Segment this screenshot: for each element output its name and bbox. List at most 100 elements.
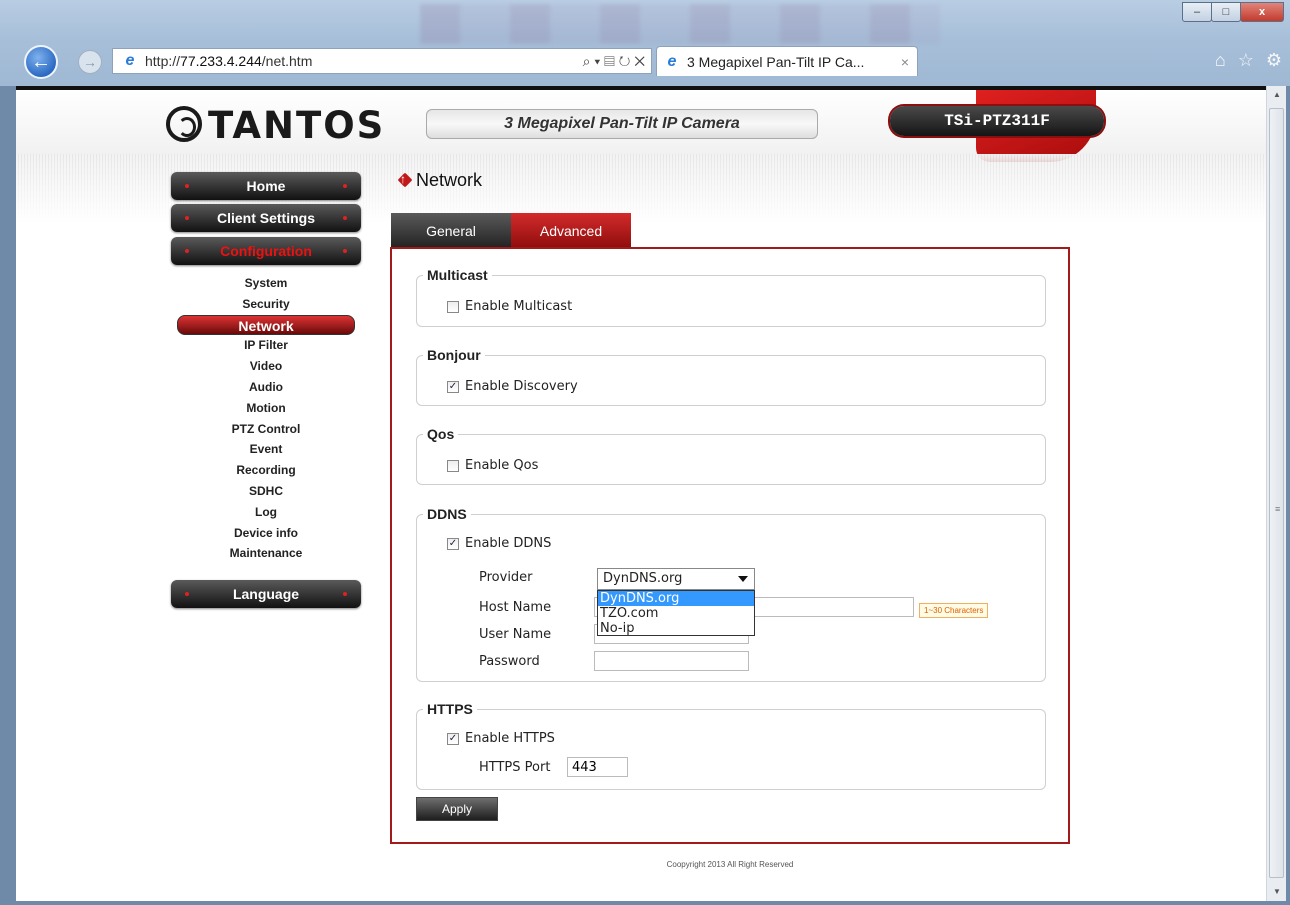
bonjour-group: Bonjour ✓ Enable Discovery: [416, 347, 1046, 406]
enable-https-label: Enable HTTPS: [465, 731, 555, 746]
configuration-button[interactable]: Configuration: [171, 237, 361, 265]
provider-option-dyndns[interactable]: DynDNS.org: [598, 591, 754, 606]
provider-dropdown: DynDNS.org TZO.com No-ip: [597, 590, 755, 636]
https-port-label: HTTPS Port: [479, 760, 551, 775]
close-window-button[interactable]: x: [1240, 2, 1284, 22]
tab-advanced[interactable]: Advanced: [511, 213, 631, 248]
sidebar-item-log[interactable]: Log: [181, 502, 351, 523]
sidebar-item-event[interactable]: Event: [181, 439, 351, 460]
qos-group: Qos Enable Qos: [416, 426, 1046, 485]
forward-button[interactable]: →: [78, 50, 102, 74]
provider-option-noip[interactable]: No-ip: [598, 621, 754, 636]
sidebar-item-motion[interactable]: Motion: [181, 398, 351, 419]
enable-https-checkbox[interactable]: ✓: [447, 732, 459, 745]
enable-ddns-label: Enable DDNS: [465, 536, 552, 551]
address-tools[interactable]: ⌕ ▾ ▤ ↻ ✕: [583, 53, 645, 70]
model-badge: TSi-PTZ311F: [890, 106, 1104, 136]
vertical-scrollbar[interactable]: ▲ ≡ ▼: [1266, 86, 1286, 901]
browser-tab[interactable]: e 3 Megapixel Pan-Tilt IP Ca... ×: [656, 46, 918, 76]
enable-qos-checkbox[interactable]: [447, 459, 459, 472]
address-bar[interactable]: e http://77.233.4.244/net.htm ⌕ ▾ ▤ ↻ ✕: [112, 48, 652, 74]
gear-icon[interactable]: ⚙: [1266, 50, 1282, 71]
enable-multicast-label: Enable Multicast: [465, 299, 573, 314]
enable-qos-label: Enable Qos: [465, 458, 539, 473]
sidebar-item-device-info[interactable]: Device info: [181, 523, 351, 544]
advanced-settings-panel: Multicast Enable Multicast Bonjour ✓ Ena…: [390, 247, 1070, 844]
https-group: HTTPS ✓ Enable HTTPS HTTPS Port: [416, 701, 1046, 790]
ddns-row: ✓ Enable DDNS: [447, 536, 551, 551]
home-icon[interactable]: ⌂: [1215, 50, 1226, 71]
logo-mark-icon: [166, 106, 202, 142]
bonjour-row: ✓ Enable Discovery: [447, 379, 578, 394]
arrow-left-icon: ←: [31, 50, 51, 73]
chevron-down-icon: [738, 576, 748, 582]
enable-discovery-label: Enable Discovery: [465, 379, 578, 394]
grip-icon: ≡: [1275, 504, 1281, 514]
tab-close-button[interactable]: ×: [901, 54, 909, 70]
ie-tab-icon: e: [667, 52, 677, 70]
provider-label: Provider: [479, 570, 533, 585]
https-legend: HTTPS: [427, 701, 473, 717]
qos-row: Enable Qos: [447, 458, 538, 473]
https-port-input[interactable]: [567, 757, 628, 777]
minimize-button[interactable]: –: [1182, 2, 1212, 22]
scroll-up-icon[interactable]: ▲: [1267, 86, 1287, 104]
sidebar-item-ptz-control[interactable]: PTZ Control: [181, 419, 351, 440]
sidebar-item-network[interactable]: Network: [177, 314, 355, 336]
sidebar-item-ip-filter[interactable]: IP Filter: [181, 335, 351, 356]
page-title: Network: [396, 170, 482, 191]
browser-toolbar-icons: ⌂ ☆ ⚙: [1215, 50, 1282, 71]
user-name-label: User Name: [479, 627, 552, 642]
home-button[interactable]: Home: [171, 172, 361, 200]
sidebar-item-security[interactable]: Security: [181, 294, 351, 315]
scroll-down-icon[interactable]: ▼: [1267, 883, 1287, 901]
tab-general[interactable]: General: [391, 213, 511, 248]
browser-chrome: – □ x ← → e http://77.233.4.244/net.htm …: [0, 0, 1290, 86]
sidebar-item-audio[interactable]: Audio: [181, 377, 351, 398]
sidebar-item-system[interactable]: System: [181, 273, 351, 294]
favorites-star-icon[interactable]: ☆: [1238, 50, 1254, 71]
provider-selected-value: DynDNS.org: [603, 571, 683, 586]
password-input[interactable]: [594, 651, 749, 671]
ie-page-icon: e: [125, 52, 135, 69]
sidebar-item-video[interactable]: Video: [181, 356, 351, 377]
page-viewport: TANTOS 3 Megapixel Pan-Tilt IP Camera TS…: [16, 86, 1266, 901]
scroll-thumb[interactable]: ≡: [1269, 108, 1284, 878]
enable-discovery-checkbox[interactable]: ✓: [447, 380, 459, 393]
window-bottom-frame: [0, 901, 1290, 905]
background-window-blur: [420, 4, 940, 44]
https-row: ✓ Enable HTTPS: [447, 731, 555, 746]
address-url[interactable]: http://77.233.4.244/net.htm: [145, 53, 312, 69]
network-tabs: General Advanced: [391, 213, 631, 248]
network-title-icon: [396, 172, 414, 190]
apply-button[interactable]: Apply: [416, 797, 498, 821]
host-name-hint: 1~30 Characters: [919, 603, 989, 618]
host-name-label: Host Name: [479, 600, 552, 615]
enable-ddns-checkbox[interactable]: ✓: [447, 537, 459, 550]
window-controls: – □ x: [1182, 2, 1284, 22]
provider-select[interactable]: DynDNS.org: [597, 568, 755, 590]
maximize-button[interactable]: □: [1211, 2, 1241, 22]
tab-title: 3 Megapixel Pan-Tilt IP Ca...: [687, 53, 865, 70]
copyright-text: Coopyright 2013 All Right Reserved: [666, 860, 794, 869]
multicast-group: Multicast Enable Multicast: [416, 267, 1046, 327]
multicast-row: Enable Multicast: [447, 299, 572, 314]
sidebar-item-recording[interactable]: Recording: [181, 460, 351, 481]
tantos-logo: TANTOS: [166, 104, 385, 147]
sidebar-item-sdhc[interactable]: SDHC: [181, 481, 351, 502]
password-label: Password: [479, 654, 540, 669]
client-settings-button[interactable]: Client Settings: [171, 204, 361, 232]
bonjour-legend: Bonjour: [427, 347, 481, 363]
qos-legend: Qos: [427, 426, 455, 442]
provider-option-tzo[interactable]: TZO.com: [598, 606, 754, 621]
arrow-right-icon: →: [83, 54, 97, 70]
ddns-group: DDNS ✓ Enable DDNS Provider DynDNS.org D…: [416, 506, 1046, 682]
configuration-submenu: System Security Network IP Filter Video …: [177, 273, 355, 564]
multicast-legend: Multicast: [427, 267, 488, 283]
ddns-legend: DDNS: [427, 506, 467, 522]
language-button[interactable]: Language: [171, 580, 361, 608]
sidebar-item-maintenance[interactable]: Maintenance: [181, 543, 351, 564]
product-title: 3 Megapixel Pan-Tilt IP Camera: [426, 109, 818, 139]
enable-multicast-checkbox[interactable]: [447, 300, 459, 313]
back-button[interactable]: ←: [24, 45, 58, 79]
